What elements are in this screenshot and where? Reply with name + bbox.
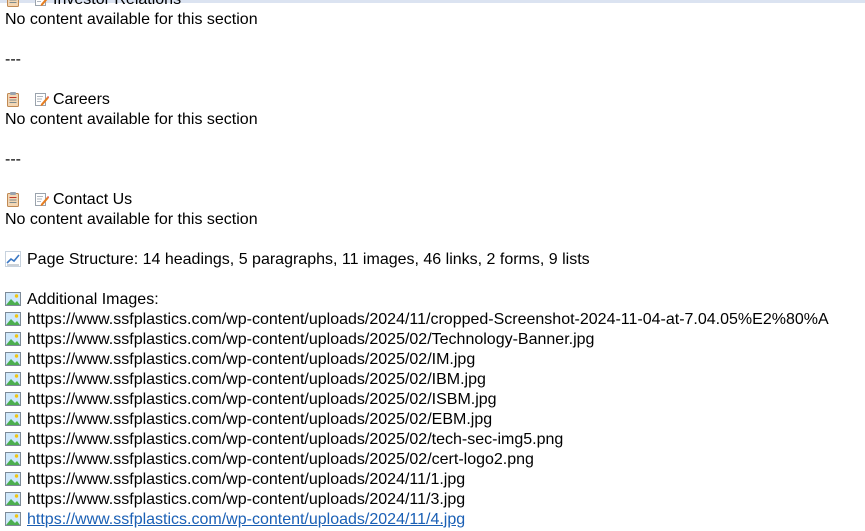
memo-icon	[33, 0, 49, 7]
section-separator: ---	[5, 51, 21, 68]
picture-icon	[5, 511, 21, 527]
additional-images-label: Additional Images:	[27, 291, 159, 308]
section-title: Careers	[53, 91, 110, 108]
image-url: https://www.ssfplastics.com/wp-content/u…	[27, 451, 534, 468]
memo-icon	[33, 191, 49, 207]
image-url-item: https://www.ssfplastics.com/wp-content/u…	[5, 350, 865, 370]
section-heading: Investor Relations	[5, 0, 865, 10]
image-url-item: https://www.ssfplastics.com/wp-content/u…	[5, 490, 865, 510]
picture-icon	[5, 451, 21, 467]
image-url-item: https://www.ssfplastics.com/wp-content/u…	[5, 310, 865, 330]
memo-icon	[33, 91, 49, 107]
image-url-item: https://www.ssfplastics.com/wp-content/u…	[5, 410, 865, 430]
image-url: https://www.ssfplastics.com/wp-content/u…	[27, 411, 493, 428]
image-url: https://www.ssfplastics.com/wp-content/u…	[27, 371, 486, 388]
section-title: Contact Us	[53, 191, 133, 208]
picture-icon	[5, 491, 21, 507]
section-title: Investor Relations	[53, 0, 181, 8]
section-separator: ---	[5, 151, 21, 168]
image-url: https://www.ssfplastics.com/wp-content/u…	[27, 391, 497, 408]
page-structure-text: Page Structure: 14 headings, 5 paragraph…	[27, 251, 590, 268]
picture-icon	[5, 471, 21, 487]
clipboard-icon	[5, 191, 21, 207]
image-url-item: https://www.ssfplastics.com/wp-content/u…	[5, 390, 865, 410]
clipboard-icon	[5, 0, 21, 7]
picture-icon	[5, 331, 21, 347]
clipboard-icon	[5, 91, 21, 107]
additional-images-heading: Additional Images:	[5, 290, 865, 310]
image-url-item: https://www.ssfplastics.com/wp-content/u…	[5, 450, 865, 470]
page-content: Investor Relations No content available …	[5, 0, 865, 530]
picture-icon	[5, 411, 21, 427]
picture-icon	[5, 351, 21, 367]
section-heading: Careers	[5, 90, 865, 110]
section-message: No content available for this section	[5, 211, 258, 228]
section-message: No content available for this section	[5, 11, 258, 28]
picture-icon	[5, 371, 21, 387]
page-structure: Page Structure: 14 headings, 5 paragraph…	[5, 250, 865, 270]
image-url: https://www.ssfplastics.com/wp-content/u…	[27, 331, 595, 348]
image-url-item: https://www.ssfplastics.com/wp-content/u…	[5, 510, 865, 530]
picture-icon	[5, 431, 21, 447]
image-url: https://www.ssfplastics.com/wp-content/u…	[27, 471, 466, 488]
image-url-item: https://www.ssfplastics.com/wp-content/u…	[5, 430, 865, 450]
picture-icon	[5, 391, 21, 407]
image-url-link[interactable]: https://www.ssfplastics.com/wp-content/u…	[27, 511, 465, 528]
image-url-item: https://www.ssfplastics.com/wp-content/u…	[5, 470, 865, 490]
image-url: https://www.ssfplastics.com/wp-content/u…	[27, 311, 829, 328]
picture-icon	[5, 291, 21, 307]
picture-icon	[5, 311, 21, 327]
image-url: https://www.ssfplastics.com/wp-content/u…	[27, 431, 564, 448]
image-url: https://www.ssfplastics.com/wp-content/u…	[27, 491, 466, 508]
image-url: https://www.ssfplastics.com/wp-content/u…	[27, 351, 476, 368]
image-url-item: https://www.ssfplastics.com/wp-content/u…	[5, 370, 865, 390]
image-url-item: https://www.ssfplastics.com/wp-content/u…	[5, 330, 865, 350]
chart-increasing-icon	[5, 251, 21, 267]
section-heading: Contact Us	[5, 190, 865, 210]
section-message: No content available for this section	[5, 111, 258, 128]
